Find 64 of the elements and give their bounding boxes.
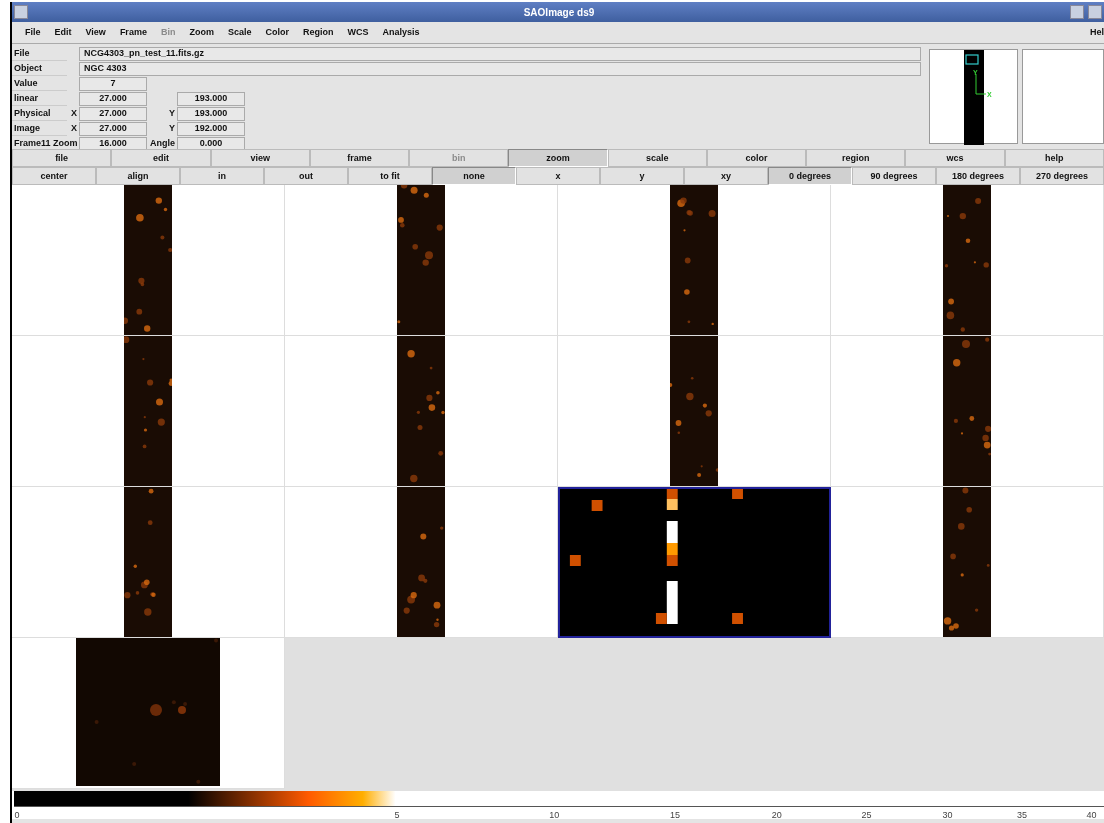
toolbar-button[interactable]: to fit — [348, 167, 432, 185]
value-field: 193.000 — [177, 92, 245, 106]
window-title: SAOImage ds9 — [522, 5, 596, 20]
value-field: 192.000 — [177, 122, 245, 136]
value-field: NCG4303_pn_test_11.fits.gz — [79, 47, 921, 61]
value-field: 193.000 — [177, 107, 245, 121]
toolbar-button[interactable]: help — [1004, 149, 1104, 167]
toolbar-button[interactable]: in — [180, 167, 264, 185]
menu-item[interactable]: File — [18, 25, 48, 40]
field-label: File — [12, 47, 67, 61]
field-label: Image — [12, 122, 67, 136]
toolbar-button[interactable]: view — [210, 149, 310, 167]
axis-label: Y — [168, 107, 176, 121]
field-label: Object — [12, 62, 67, 76]
toolbar-button[interactable]: scale — [607, 149, 707, 167]
menu-item[interactable]: Edit — [47, 25, 79, 40]
menu-item[interactable]: Color — [258, 25, 296, 40]
toolbar-button[interactable]: center — [12, 167, 96, 185]
tick-label: 5 — [394, 809, 400, 822]
toolbar-button[interactable]: zoom — [508, 149, 608, 167]
value-field: 27.000 — [79, 92, 147, 106]
menu-item[interactable]: View — [78, 25, 113, 40]
tick-label: 20 — [771, 809, 782, 822]
menu-item[interactable]: Region — [295, 25, 341, 40]
toolbar-button[interactable]: frame — [309, 149, 410, 167]
toolbar-button[interactable]: 270 degrees — [1020, 167, 1104, 185]
menu-item[interactable]: Hel — [1083, 25, 1104, 40]
value-field: 27.000 — [79, 122, 147, 136]
toolbar-button[interactable]: out — [264, 167, 348, 185]
axis-label: X — [70, 122, 78, 136]
toolbar-button[interactable]: 90 degrees — [852, 167, 936, 185]
menu-item[interactable]: WCS — [340, 25, 376, 40]
axis-label: Y — [168, 122, 176, 136]
toolbar-button[interactable]: edit — [111, 149, 211, 167]
menu-item[interactable]: Frame — [112, 25, 154, 40]
toolbar-button[interactable]: x — [516, 167, 600, 185]
toolbar-button[interactable]: 180 degrees — [936, 167, 1020, 185]
toolbar-button[interactable]: wcs — [905, 149, 1005, 167]
menu-item[interactable]: Analysis — [375, 25, 427, 40]
field-label: Physical — [12, 107, 67, 121]
menu-item[interactable]: Scale — [220, 25, 259, 40]
axis-label: X — [70, 107, 78, 121]
axis-label: Angle — [149, 137, 176, 151]
value-field: 27.000 — [79, 107, 147, 121]
tick-label: 15 — [670, 809, 681, 822]
tick-label: 0 — [14, 809, 20, 822]
toolbar-button[interactable]: align — [96, 167, 180, 185]
toolbar-button[interactable]: 0 degrees — [768, 167, 852, 185]
field-label: Value — [12, 77, 67, 91]
toolbar-button[interactable]: xy — [684, 167, 768, 185]
toolbar-button[interactable]: y — [600, 167, 684, 185]
menu-item[interactable]: Zoom — [182, 25, 221, 40]
toolbar-button[interactable]: region — [806, 149, 906, 167]
toolbar-button[interactable]: none — [432, 167, 516, 185]
tick-label: 40 — [1086, 809, 1097, 822]
tick-label: 10 — [549, 809, 560, 822]
field-label: linear — [12, 92, 67, 106]
tick-label: 25 — [861, 809, 872, 822]
tick-label: 30 — [942, 809, 953, 822]
toolbar-button[interactable]: file — [12, 149, 112, 167]
toolbar-button[interactable]: color — [706, 149, 807, 167]
tick-label: 35 — [1017, 809, 1028, 822]
value-field: 7 — [79, 77, 147, 91]
value-field: NGC 4303 — [79, 62, 921, 76]
